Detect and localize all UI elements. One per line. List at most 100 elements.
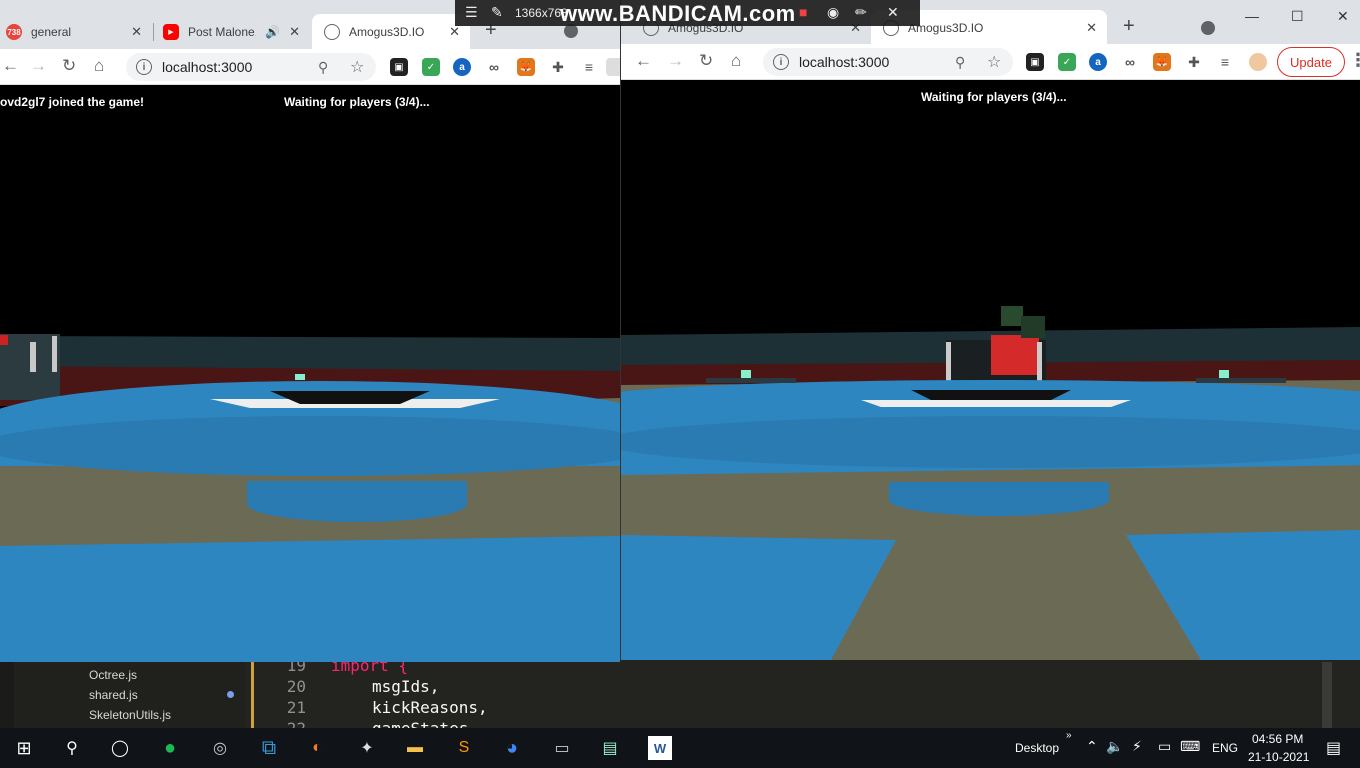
info-icon[interactable]: i	[773, 54, 789, 70]
forward-arrow-icon[interactable]: →	[30, 56, 47, 76]
desktop-label[interactable]: Desktop	[1015, 741, 1059, 755]
puzzle-icon[interactable]: ✚	[549, 58, 567, 76]
game-scene	[621, 80, 1360, 660]
tab-amogus-active[interactable]: Amogus3D.IO ✕	[312, 14, 470, 50]
waiting-status: Waiting for players (3/4)...	[921, 90, 1067, 104]
reload-icon[interactable]: ↻	[699, 51, 713, 71]
notification-icon[interactable]: ▤	[1326, 738, 1341, 758]
zoom-icon[interactable]: ⚲	[955, 54, 965, 71]
camera-icon[interactable]: ◉	[827, 4, 839, 21]
file-item-skeletonutils[interactable]: SkeletonUtils.js	[89, 708, 171, 722]
tab-search-icon[interactable]	[1201, 21, 1215, 35]
close-window-icon[interactable]: ✕	[1337, 8, 1349, 25]
obs-icon[interactable]: ◎	[208, 736, 232, 760]
puzzle-icon[interactable]: ✚	[1185, 53, 1203, 71]
extension-icon-1[interactable]: ▣	[1026, 53, 1044, 71]
file-explorer-icon[interactable]: ▬	[403, 736, 427, 760]
new-tab-button[interactable]: +	[1123, 15, 1135, 38]
back-arrow-icon[interactable]: ←	[635, 51, 652, 71]
metamask-fox-icon[interactable]: 🦊	[1153, 53, 1171, 71]
network-icon[interactable]: ⚡	[1132, 738, 1142, 755]
close-tab-icon[interactable]: ✕	[289, 24, 300, 40]
app-icon[interactable]: ✦	[355, 736, 379, 760]
update-button[interactable]: Update	[1277, 47, 1345, 77]
minimize-icon[interactable]: —	[1245, 8, 1259, 24]
address-bar[interactable]: i localhost:3000 ⚲ ☆	[126, 53, 376, 81]
editor-scrollbar[interactable]	[1322, 662, 1332, 730]
chevron-icon[interactable]: »	[1066, 730, 1072, 741]
blender-icon[interactable]: ◐	[305, 736, 329, 760]
game-canvas[interactable]: ovd2gl7 joined the game! Waiting for pla…	[0, 86, 620, 662]
pin-icon[interactable]: ✎	[491, 4, 503, 21]
spotify-icon[interactable]: ●	[158, 736, 182, 760]
tab-general[interactable]: 738 general ✕	[0, 14, 152, 50]
browser-window-left: 738 general ✕ ▶ Post Malone, 🔊 ✕ Amogus3…	[0, 0, 620, 662]
pencil-icon[interactable]: ✏	[855, 4, 867, 21]
battery-icon[interactable]: ▭	[1158, 738, 1171, 755]
desktop-screen: Octree.js shared.js SkeletonUtils.js 19 …	[0, 0, 1360, 768]
globe-icon	[324, 24, 340, 40]
back-arrow-icon[interactable]: ←	[2, 56, 19, 76]
reading-list-icon[interactable]: ≡	[1216, 53, 1234, 71]
discord-badge-icon: 738	[6, 24, 22, 40]
extension-icon-a[interactable]: a	[1089, 53, 1107, 71]
vscode-icon[interactable]: ⧉	[257, 736, 281, 760]
shield-icon[interactable]: ✓	[1058, 53, 1076, 71]
extension-icon-1[interactable]: ▣	[390, 58, 408, 76]
address-bar[interactable]: i localhost:3000 ⚲ ☆	[763, 48, 1013, 76]
code-line[interactable]: msgIds,	[372, 677, 439, 696]
home-icon[interactable]: ⌂	[94, 56, 104, 76]
task-view-icon[interactable]: ◯	[108, 736, 132, 760]
windows-taskbar: ⊞ ⚲ ◯ ● ◎ ⧉ ◐ ✦ ▬ S ◕ ▭ ▤ W Desktop » ⌃ …	[0, 728, 1360, 768]
tab-youtube[interactable]: ▶ Post Malone, 🔊 ✕	[155, 14, 310, 50]
home-icon[interactable]: ⌂	[731, 51, 741, 71]
language-indicator[interactable]: ENG	[1212, 741, 1238, 755]
speaker-icon[interactable]: 🔊	[265, 25, 280, 39]
menu-dots-icon[interactable]: ⋮	[1349, 50, 1360, 71]
close-tab-icon[interactable]: ✕	[449, 24, 460, 40]
shield-icon[interactable]: ✓	[422, 58, 440, 76]
close-tab-icon[interactable]: ✕	[1086, 20, 1097, 36]
windows-start-icon[interactable]: ⊞	[12, 736, 36, 760]
file-item-octree[interactable]: Octree.js	[89, 668, 137, 682]
browser-toolbar: ← → ↻ ⌂ i localhost:3000 ⚲ ☆ ▣ ✓ a ∞ 🦊 ✚…	[621, 44, 1360, 80]
extension-icon-link[interactable]: ∞	[1121, 53, 1139, 71]
record-stop-icon[interactable]: ■	[799, 4, 807, 20]
extension-icon-link[interactable]: ∞	[485, 58, 503, 76]
reading-list-icon[interactable]: ≡	[580, 58, 598, 76]
extension-icon-a[interactable]: a	[453, 58, 471, 76]
close-icon[interactable]: ✕	[887, 4, 899, 21]
reload-icon[interactable]: ↻	[62, 56, 76, 76]
game-canvas[interactable]: Waiting for players (3/4)...	[621, 80, 1360, 660]
close-tab-icon[interactable]: ✕	[131, 24, 142, 40]
git-change-bar	[251, 662, 254, 730]
tray-up-arrow-icon[interactable]: ⌃	[1086, 738, 1098, 755]
tab-title: general	[31, 25, 72, 39]
zoom-icon[interactable]: ⚲	[318, 59, 328, 76]
chrome-icon[interactable]: ◕	[500, 736, 524, 760]
keyboard-icon[interactable]: ⌨	[1180, 738, 1200, 755]
file-item-shared[interactable]: shared.js	[89, 688, 138, 702]
bookmark-star-icon[interactable]: ☆	[987, 52, 1001, 72]
browser-toolbar: ← → ↻ ⌂ i localhost:3000 ⚲ ☆ ▣ ✓ a ∞ 🦊 ✚…	[0, 49, 620, 85]
line-number: 21	[286, 698, 306, 717]
bookmark-star-icon[interactable]: ☆	[350, 57, 364, 77]
sublime-text-icon[interactable]: S	[452, 736, 476, 760]
profile-avatar[interactable]	[1249, 53, 1267, 71]
maximize-icon[interactable]: ☐	[1291, 8, 1304, 25]
terminal-icon[interactable]: ▭	[550, 736, 574, 760]
browser-window-right: Amogus3D.IO ✕ Amogus3D.IO ✕ + — ☐ ✕ ← → …	[620, 0, 1360, 660]
code-line[interactable]: kickReasons,	[372, 698, 488, 717]
modified-dot	[227, 691, 234, 698]
menu-icon[interactable]: ☰	[465, 4, 478, 21]
profile-avatar[interactable]	[606, 58, 620, 76]
speaker-icon[interactable]: 🔈	[1106, 738, 1123, 755]
info-icon[interactable]: i	[136, 59, 152, 75]
word-icon[interactable]: W	[648, 736, 672, 760]
search-icon[interactable]: ⚲	[60, 736, 84, 760]
clock-time[interactable]: 04:56 PM	[1252, 732, 1303, 746]
metamask-fox-icon[interactable]: 🦊	[517, 58, 535, 76]
clock-date[interactable]: 21-10-2021	[1248, 750, 1309, 764]
app-icon-2[interactable]: ▤	[598, 736, 622, 760]
forward-arrow-icon[interactable]: →	[667, 51, 684, 71]
